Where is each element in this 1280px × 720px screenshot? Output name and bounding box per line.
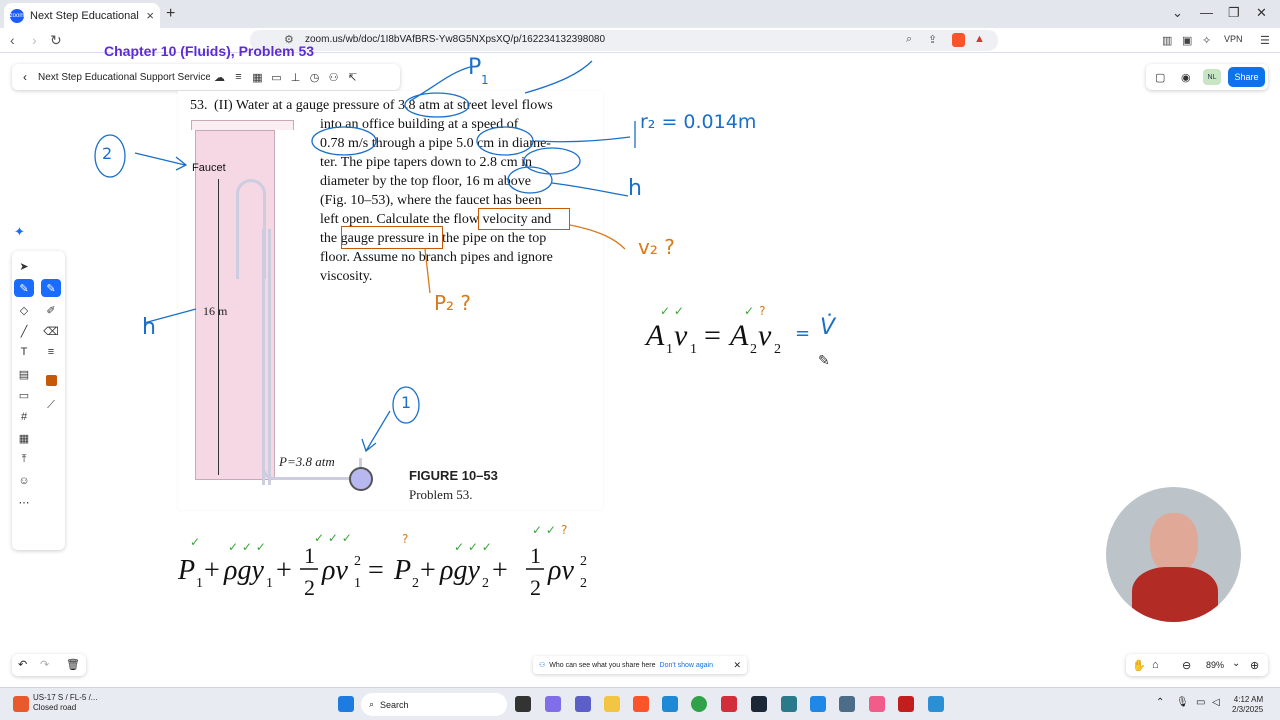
wallet-icon[interactable]: ▣ (1182, 34, 1192, 47)
close-banner-icon[interactable]: ✕ (733, 660, 741, 671)
microphone-icon[interactable]: 🎙 (1176, 697, 1189, 708)
close-window-icon[interactable]: ✕ (1256, 5, 1267, 21)
history-controls: ↶ ↷ 🗑 (12, 654, 86, 676)
teams-icon[interactable] (575, 696, 591, 712)
people-icon: ⚇ (539, 662, 546, 669)
music-icon[interactable] (869, 696, 885, 712)
browser-tab[interactable]: zoom Next Step Educational Support × (4, 3, 160, 28)
brave-shield-icon[interactable] (952, 33, 965, 47)
app-icon[interactable] (721, 696, 737, 712)
app-icon[interactable] (781, 696, 797, 712)
zoom-in-icon[interactable]: ⊕ (1250, 659, 1259, 672)
chevron-down-icon[interactable]: ⌄ (1232, 658, 1240, 669)
sidebar-icon[interactable]: ▥ (1162, 34, 1172, 47)
reload-icon[interactable]: ↻ (50, 32, 62, 49)
share-visibility-banner: ⚇ Who can see what you share here Don't … (533, 656, 747, 674)
copilot-icon[interactable] (545, 696, 561, 712)
handwritten-r2: r₂ = 0.014m (640, 111, 757, 133)
arrow-to-inlet (361, 410, 391, 453)
presenter-face (1150, 513, 1198, 573)
line-to-v2 (569, 224, 626, 250)
whiteboard-canvas[interactable]: ‹ Next Step Educational Support Services… (0, 43, 1280, 687)
traffic-icon (13, 696, 29, 712)
zoom-controls: ✋ ⌂ ⊖ 89% ⌄ ⊕ (1126, 654, 1268, 676)
line-to-h (551, 182, 629, 197)
banner-text: Who can see what you share here (549, 661, 656, 669)
tab-title: Next Step Educational Support (30, 9, 142, 22)
arrow-to-faucet (134, 152, 188, 171)
windows-start-icon[interactable] (338, 696, 354, 712)
close-tab-icon[interactable]: × (146, 8, 154, 23)
maximize-icon[interactable]: ❐ (1228, 5, 1240, 21)
new-tab-icon[interactable]: + (166, 5, 175, 23)
handwritten-circle-2: 2 (102, 144, 113, 163)
dont-show-again-link[interactable]: Don't show again (660, 662, 713, 669)
steam-icon[interactable] (751, 696, 767, 712)
task-view-icon[interactable] (515, 696, 531, 712)
brave-browser-icon[interactable] (633, 696, 649, 712)
handwriting-layer (94, 60, 636, 453)
handwritten-h-right: h (628, 176, 642, 201)
app-icon[interactable] (810, 696, 826, 712)
browser-tab-bar: zoom Next Step Educational Support × + ⌄… (0, 0, 1280, 28)
clock-time: 4:12 AM (1233, 695, 1264, 704)
line-to-p1 (409, 66, 471, 102)
handwritten-circle-1: 1 (401, 393, 412, 412)
forward-icon[interactable]: › (32, 32, 37, 48)
undo-icon[interactable]: ↶ (18, 658, 27, 671)
webcam-video[interactable] (1106, 487, 1241, 622)
chevron-down-icon[interactable]: ⌄ (1172, 5, 1183, 21)
edge-icon[interactable] (662, 696, 678, 712)
zoom-icon: zoom (10, 8, 24, 23)
lock-icon[interactable]: ⌂ (1152, 659, 1159, 671)
circle-3-8-atm (404, 92, 470, 118)
line-to-p2 (424, 248, 431, 294)
circle-16-m (507, 166, 553, 194)
volume-icon[interactable]: ◁ (1212, 697, 1220, 708)
share-page-icon[interactable]: ⇪ (928, 33, 937, 46)
handwritten-p1-subscript: 1 (481, 73, 489, 87)
extensions-icon[interactable]: ✧ (1202, 34, 1211, 47)
handwritten-h-left: h (142, 315, 156, 340)
taskbar-search[interactable]: ⌕ Search (361, 693, 507, 716)
chrome-icon[interactable] (691, 696, 707, 712)
app-icon[interactable] (928, 696, 944, 712)
circle-5-0-cm (476, 126, 534, 156)
zoom-lens-icon[interactable]: ⌕ (906, 33, 912, 46)
presenter-shirt (1132, 567, 1218, 622)
clock-date: 2/3/2025 (1232, 705, 1264, 714)
delete-icon[interactable]: 🗑 (66, 658, 80, 671)
line-to-r2 (534, 136, 631, 143)
zoom-level[interactable]: 89% (1206, 660, 1224, 670)
calculator-icon[interactable] (839, 696, 855, 712)
brave-rewards-icon[interactable]: ▲ (974, 33, 985, 45)
file-explorer-icon[interactable] (604, 696, 620, 712)
zoom-out-icon[interactable]: ⊖ (1182, 659, 1191, 672)
handwritten-p1: P (468, 55, 482, 80)
network-icon[interactable]: ▭ (1196, 697, 1205, 708)
menu-icon[interactable]: ☰ (1260, 34, 1270, 47)
handwritten-v2-question: v₂ ? (638, 235, 675, 259)
search-label: Search (380, 699, 409, 710)
url-bar[interactable]: ⚙ zoom.us/wb/doc/1I8bVAfBRS-Yw8G5NXpsXQ/… (250, 30, 998, 51)
minimize-icon[interactable]: — (1200, 5, 1213, 20)
system-clock[interactable]: 4:12 AM 2/3/2025 (1232, 695, 1263, 715)
windows-taskbar: US-17 S / FL-5 /... Closed road ⌕ Search… (0, 687, 1280, 720)
back-icon[interactable]: ‹ (10, 32, 15, 48)
line-to-v1 (524, 60, 593, 94)
acrobat-icon[interactable] (898, 696, 914, 712)
redo-icon[interactable]: ↷ (40, 658, 49, 671)
chevron-up-icon[interactable]: ⌃ (1156, 697, 1164, 708)
circle-0-78 (311, 126, 377, 156)
hand-icon[interactable]: ✋ (1132, 659, 1146, 672)
circle-2-8-cm (523, 147, 581, 175)
handwritten-p2-question: P₂ ? (434, 291, 472, 315)
vpn-button[interactable]: VPN (1224, 34, 1243, 44)
search-icon: ⌕ (369, 699, 375, 709)
url-text: zoom.us/wb/doc/1I8bVAfBRS-Yw8G5NXpsXQ/p/… (305, 34, 605, 45)
